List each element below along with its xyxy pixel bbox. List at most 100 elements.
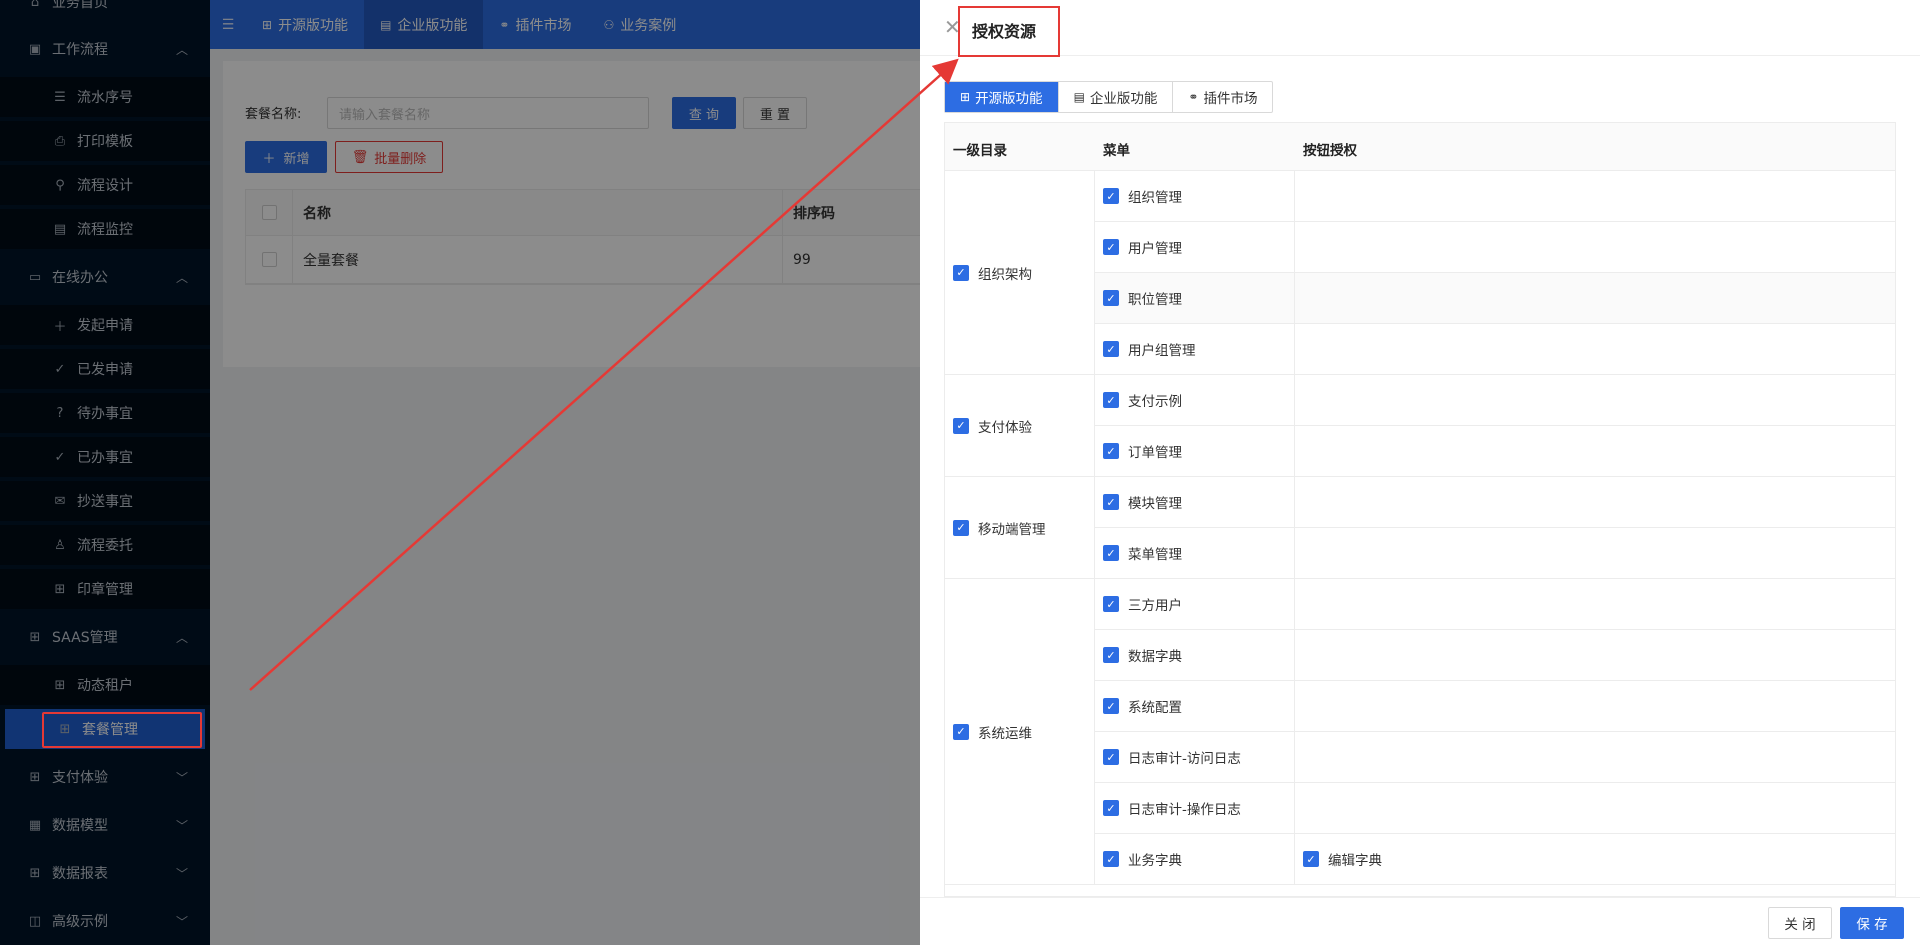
menu-label: 用户组管理: [1128, 343, 1196, 359]
menu-checkbox[interactable]: ✓: [1103, 545, 1119, 561]
menu-row: ✓ 三方用户: [1095, 579, 1895, 630]
menu-row: ✓ 数据字典: [1095, 630, 1895, 681]
level1-label: 支付体验: [978, 419, 1032, 436]
level1-directory-cell: ✓ 移动端管理: [945, 477, 1095, 579]
menu-label: 业务字典: [1128, 853, 1182, 869]
button-permission-cell: [1295, 477, 1303, 527]
close-button[interactable]: 关 闭: [1768, 907, 1832, 939]
menu-row: ✓ 组织管理: [1095, 171, 1895, 222]
button-permission-cell: [1295, 171, 1303, 221]
level1-checkbox[interactable]: ✓: [953, 723, 969, 740]
menu-checkbox[interactable]: ✓: [1103, 392, 1119, 408]
menu-cell: ✓ 组织管理: [1095, 171, 1295, 221]
menu-label: 模块管理: [1128, 496, 1182, 512]
tab-doc-icon: ▤: [1073, 90, 1085, 104]
drawer-tab-enterprise[interactable]: ▤ 企业版功能: [1059, 82, 1174, 112]
menu-cell: ✓ 订单管理: [1095, 426, 1295, 476]
save-button[interactable]: 保 存: [1840, 907, 1904, 939]
menu-label: 菜单管理: [1128, 547, 1182, 563]
authorize-resources-drawer: ✕ 授权资源 ⊞ 开源版功能 ▤ 企业版功能 ⚭ 插件市场 一级目录 菜单 按钮授权 …: [920, 0, 1920, 945]
menu-label: 组织管理: [1128, 190, 1182, 206]
button-permission-cell: [1295, 579, 1303, 629]
button-permission-cell: ✓ 编辑字典: [1295, 834, 1398, 884]
button-permission-cell: [1295, 222, 1303, 272]
tab-link-icon: ⚭: [1188, 90, 1199, 104]
drawer-footer: 关 闭 保 存: [920, 897, 1920, 945]
level1-checkbox[interactable]: ✓: [953, 264, 969, 281]
button-permission-cell: [1295, 375, 1303, 425]
button-permission-cell: [1295, 630, 1303, 680]
header-menu: 菜单: [1103, 143, 1130, 159]
menu-label: 数据字典: [1128, 649, 1182, 665]
menu-cell: ✓ 数据字典: [1095, 630, 1295, 680]
drawer-header: ✕ 授权资源: [920, 0, 1920, 57]
menu-label: 支付示例: [1128, 394, 1182, 410]
menu-row: ✓ 订单管理: [1095, 426, 1895, 477]
menu-label: 系统配置: [1128, 700, 1182, 716]
menu-cell: ✓ 业务字典: [1095, 834, 1295, 884]
button-permission-cell: [1295, 681, 1303, 731]
level1-directory-cell: ✓ 组织架构: [945, 171, 1095, 375]
menu-row: ✓ 支付示例: [1095, 375, 1895, 426]
menu-label: 订单管理: [1128, 445, 1182, 461]
button-permission-cell: [1295, 528, 1303, 578]
menu-row: ✓ 职位管理: [1095, 273, 1895, 324]
header-level1: 一级目录: [953, 143, 1007, 159]
menu-label: 日志审计-操作日志: [1128, 802, 1241, 818]
level1-directory-cell: ✓ 支付体验: [945, 375, 1095, 477]
menu-cell: ✓ 系统配置: [1095, 681, 1295, 731]
menu-cell: ✓ 职位管理: [1095, 273, 1295, 323]
menu-checkbox[interactable]: ✓: [1103, 494, 1119, 510]
menu-row: ✓ 模块管理: [1095, 477, 1895, 528]
button-permission-cell: [1295, 426, 1303, 476]
permission-table-header: 一级目录 菜单 按钮授权: [945, 123, 1895, 171]
menu-cell: ✓ 菜单管理: [1095, 528, 1295, 578]
drawer-tabs: ⊞ 开源版功能 ▤ 企业版功能 ⚭ 插件市场: [944, 81, 1274, 113]
menu-checkbox[interactable]: ✓: [1103, 596, 1119, 612]
level1-checkbox[interactable]: ✓: [953, 519, 969, 536]
menu-checkbox[interactable]: ✓: [1103, 290, 1119, 306]
menu-row: ✓ 用户组管理: [1095, 324, 1895, 375]
button-permission-label: 编辑字典: [1328, 853, 1382, 869]
menu-row: ✓ 用户管理: [1095, 222, 1895, 273]
menu-cell: ✓ 支付示例: [1095, 375, 1295, 425]
menu-row: ✓ 日志审计-访问日志: [1095, 732, 1895, 783]
menu-cell: ✓ 日志审计-操作日志: [1095, 783, 1295, 833]
annotation-highlight-box: [958, 6, 1060, 57]
level1-label: 系统运维: [978, 725, 1032, 742]
menu-checkbox[interactable]: ✓: [1103, 443, 1119, 459]
menu-cell: ✓ 日志审计-访问日志: [1095, 732, 1295, 782]
menu-cell: ✓ 模块管理: [1095, 477, 1295, 527]
menu-label: 用户管理: [1128, 241, 1182, 257]
menu-cell: ✓ 用户管理: [1095, 222, 1295, 272]
menu-label: 日志审计-访问日志: [1128, 751, 1241, 767]
menu-label: 三方用户: [1128, 598, 1182, 614]
menu-cell: ✓ 三方用户: [1095, 579, 1295, 629]
menu-row: ✓ 系统配置: [1095, 681, 1895, 732]
menu-checkbox[interactable]: ✓: [1103, 698, 1119, 714]
menu-checkbox[interactable]: ✓: [1103, 851, 1119, 867]
menu-checkbox[interactable]: ✓: [1103, 647, 1119, 663]
menu-checkbox[interactable]: ✓: [1103, 239, 1119, 255]
drawer-tab-opensource[interactable]: ⊞ 开源版功能: [945, 82, 1059, 112]
modal-mask[interactable]: [0, 0, 920, 945]
menu-row: ✓ 日志审计-操作日志: [1095, 783, 1895, 834]
menu-checkbox[interactable]: ✓: [1103, 749, 1119, 765]
button-permission-checkbox[interactable]: ✓: [1303, 851, 1319, 867]
annotation-highlight-box: [42, 712, 202, 748]
button-permission-cell: [1295, 324, 1303, 374]
level1-directory-cell: ✓ 系统运维: [945, 579, 1095, 885]
tab-grid-icon: ⊞: [960, 90, 971, 104]
menu-checkbox[interactable]: ✓: [1103, 341, 1119, 357]
button-permission-cell: [1295, 273, 1303, 323]
menu-row: ✓ 业务字典 ✓ 编辑字典: [1095, 834, 1895, 885]
level1-checkbox[interactable]: ✓: [953, 417, 969, 434]
permission-table: 一级目录 菜单 按钮授权 ✓ 组织架构 ✓ 组织管理 ✓ 用户管理 ✓ 职位管理 ✓ 用户组管理 ✓…: [944, 122, 1896, 897]
menu-checkbox[interactable]: ✓: [1103, 188, 1119, 204]
button-permission-cell: [1295, 732, 1303, 782]
level1-label: 移动端管理: [978, 521, 1046, 538]
drawer-tab-plugin-market[interactable]: ⚭ 插件市场: [1173, 82, 1272, 112]
button-permission-cell: [1295, 783, 1303, 833]
menu-label: 职位管理: [1128, 292, 1182, 308]
menu-checkbox[interactable]: ✓: [1103, 800, 1119, 816]
